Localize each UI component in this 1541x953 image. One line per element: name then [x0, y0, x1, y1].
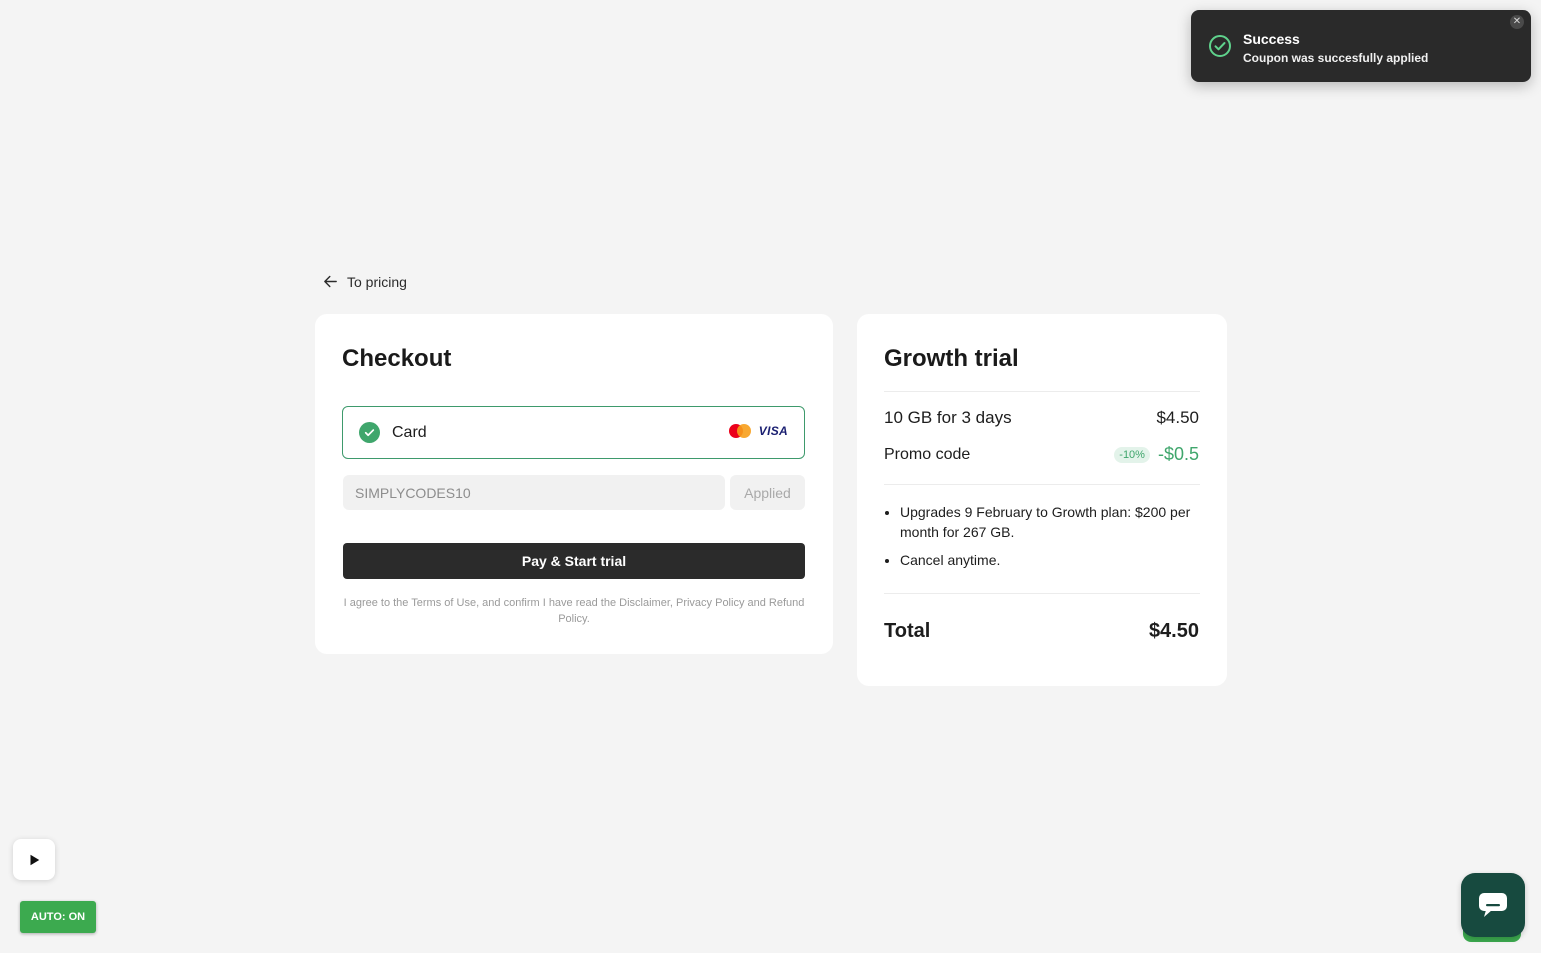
- divider: [884, 593, 1200, 594]
- plan-label: 10 GB for 3 days: [884, 408, 1012, 427]
- promo-row: Promo code -10% -$0.5: [884, 444, 1199, 465]
- chat-button[interactable]: [1461, 873, 1525, 937]
- mastercard-icon: [728, 424, 751, 438]
- toast-title: Success: [1243, 31, 1300, 47]
- order-summary-card: Growth trial 10 GB for 3 days $4.50 Prom…: [857, 314, 1227, 686]
- card-brands: VISA: [728, 424, 788, 438]
- check-icon: [359, 422, 380, 443]
- total-value: $4.50: [1148, 620, 1199, 642]
- success-toast: Success Coupon was succesfully applied ✕: [1191, 10, 1531, 82]
- auto-toggle-button[interactable]: AUTO: ON: [20, 901, 96, 933]
- checkout-title: Checkout: [342, 345, 452, 372]
- checkout-card: Checkout Card VISA Applied Pay & Start t…: [315, 314, 833, 654]
- payment-option-label: Card: [392, 423, 427, 441]
- legal-text: I agree to the Terms of Use, and confirm…: [343, 597, 805, 625]
- arrow-left-icon: [324, 275, 337, 288]
- toast-message: Coupon was succesfully applied: [1243, 51, 1429, 65]
- play-icon: [30, 854, 40, 865]
- discount-amount: -$0.5: [1157, 444, 1199, 464]
- plan-details-list: Upgrades 9 February to Growth plan: $200…: [900, 502, 1200, 578]
- total-row: Total $4.50: [884, 620, 1199, 643]
- back-link-label: To pricing: [347, 273, 407, 290]
- divider: [884, 391, 1200, 392]
- payment-option-card[interactable]: Card VISA: [342, 406, 805, 459]
- list-item: Upgrades 9 February to Growth plan: $200…: [900, 502, 1200, 542]
- total-label: Total: [884, 620, 931, 642]
- promo-label: Promo code: [884, 445, 971, 463]
- pay-start-trial-button[interactable]: Pay & Start trial: [343, 543, 805, 579]
- play-button[interactable]: [13, 839, 55, 880]
- list-item: Cancel anytime.: [900, 550, 1200, 570]
- apply-promo-button[interactable]: Applied: [730, 475, 805, 510]
- visa-icon: VISA: [758, 424, 788, 438]
- divider: [884, 484, 1200, 485]
- plan-price: $4.50: [1156, 408, 1199, 427]
- check-circle-icon: [1209, 35, 1231, 57]
- summary-title: Growth trial: [884, 345, 1019, 372]
- back-to-pricing-link[interactable]: To pricing: [322, 273, 407, 290]
- promo-code-input[interactable]: [343, 475, 725, 510]
- discount-badge: -10%: [1114, 446, 1150, 463]
- close-icon[interactable]: ✕: [1510, 15, 1524, 29]
- chat-bubble-icon: [1479, 893, 1507, 917]
- plan-row: 10 GB for 3 days $4.50: [884, 408, 1199, 428]
